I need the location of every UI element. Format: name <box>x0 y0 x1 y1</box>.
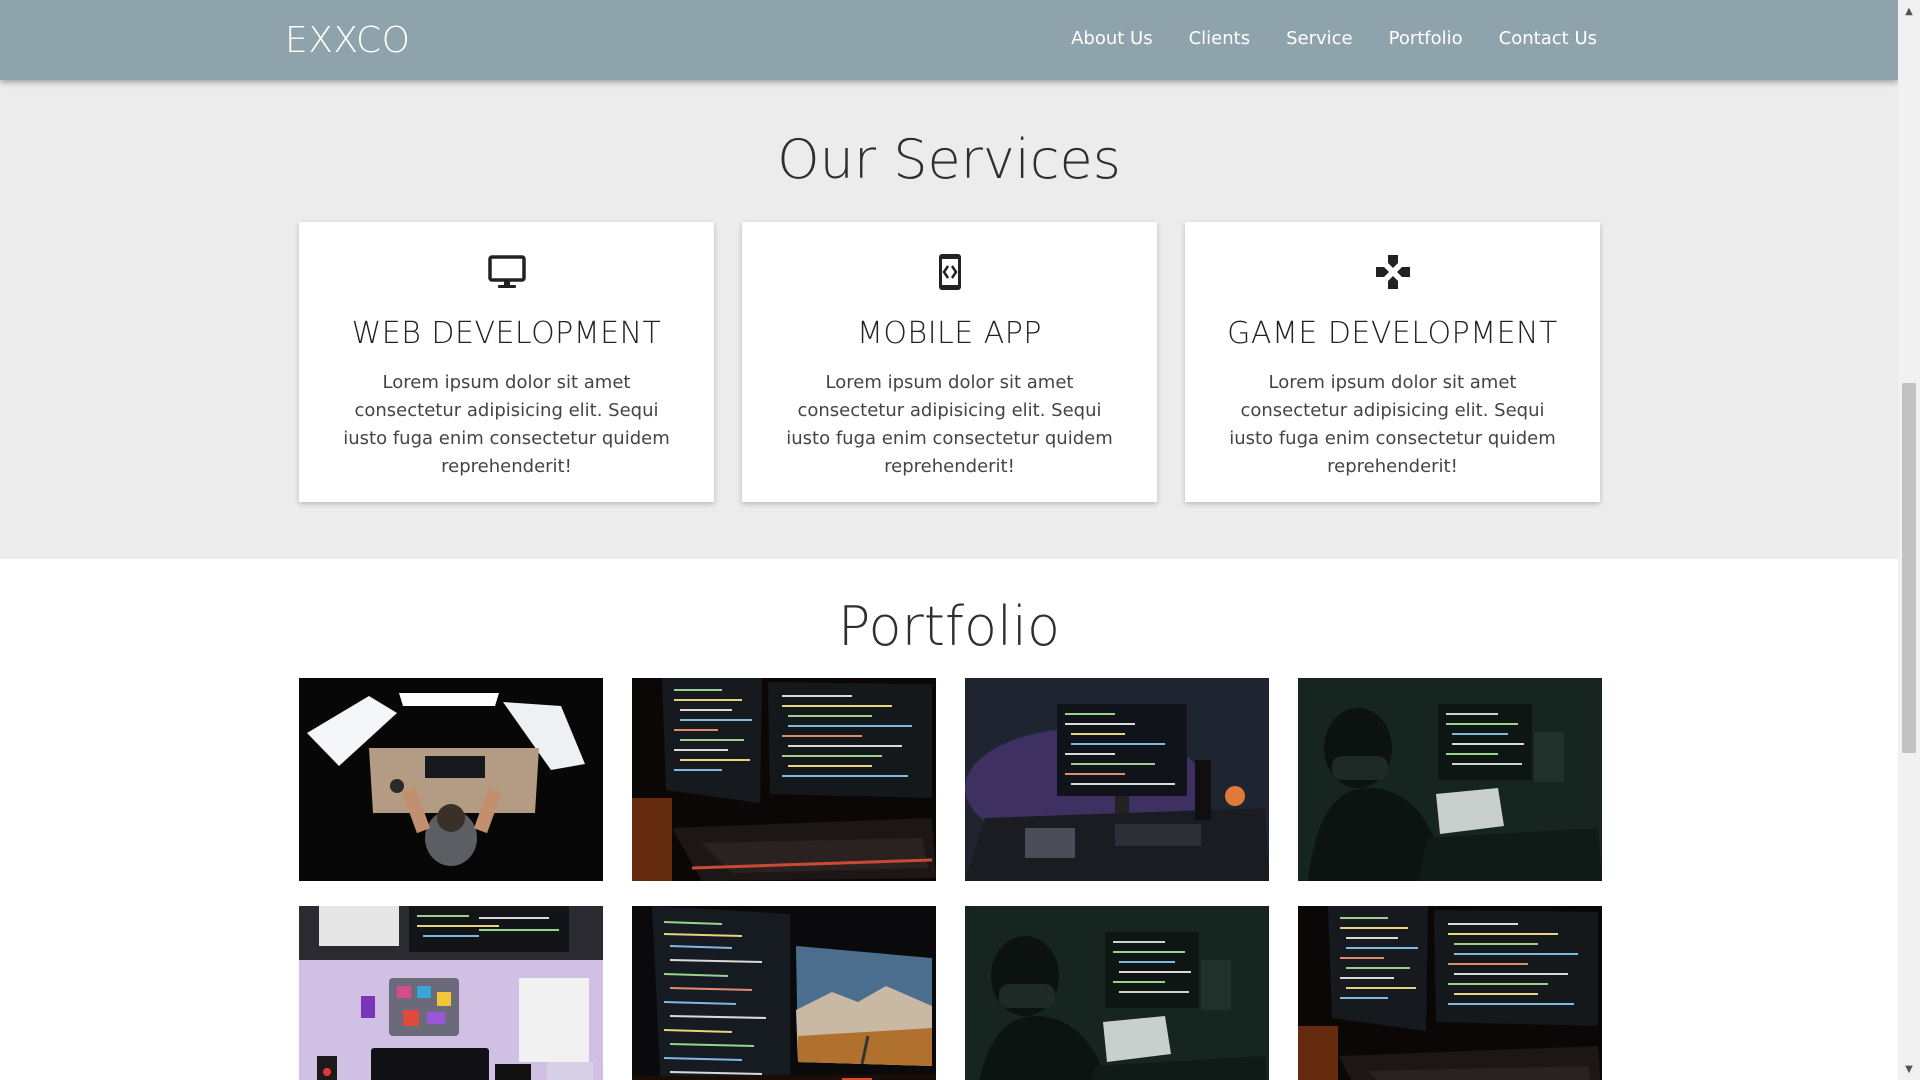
portfolio-image-developer-dark-room[interactable] <box>965 906 1269 1080</box>
services-title: Our Services <box>777 128 1121 191</box>
scroll-down-arrow-icon[interactable]: ▼ <box>1898 1058 1920 1080</box>
nav-link-service[interactable]: Service <box>1286 28 1353 49</box>
page-viewport: EXXCO About Us Clients Service Portfolio… <box>0 0 1898 1080</box>
scroll-up-arrow-icon[interactable]: ▲ <box>1898 0 1920 22</box>
service-card-web-development: WEB DEVELOPMENT Lorem ipsum dolor sit am… <box>299 222 714 502</box>
portfolio-image-overhead-desk[interactable] <box>299 678 603 881</box>
portfolio-image-purple-desk[interactable] <box>299 906 603 1080</box>
portfolio-title: Portfolio <box>837 595 1061 658</box>
gamepad-icon <box>1375 255 1410 289</box>
service-description: Lorem ipsum dolor sit amet consectetur a… <box>343 372 670 477</box>
portfolio-image-code-monitors-orange[interactable] <box>632 678 936 881</box>
nav-link-portfolio[interactable]: Portfolio <box>1389 28 1463 49</box>
nav-link-contact-us[interactable]: Contact Us <box>1499 28 1597 49</box>
service-card-game-development: GAME DEVELOPMENT Lorem ipsum dolor sit a… <box>1185 222 1600 502</box>
portfolio-image-purple-setup[interactable] <box>965 678 1269 881</box>
portfolio-image-dual-monitor-landscape[interactable] <box>632 906 936 1080</box>
brand-logo[interactable]: EXXCO <box>285 20 410 61</box>
scrollbar-thumb[interactable] <box>1902 383 1916 753</box>
nav-link-about-us[interactable]: About Us <box>1071 28 1153 49</box>
service-title: WEB DEVELOPMENT <box>351 316 662 351</box>
portfolio-section: Portfolio <box>0 559 1898 1080</box>
page-scrollbar[interactable]: ▲ ▼ <box>1898 0 1920 1080</box>
service-title: GAME DEVELOPMENT <box>1227 316 1558 351</box>
nav-link-clients[interactable]: Clients <box>1189 28 1251 49</box>
services-section: Our Services WEB DEVELOPMENT Lorem ipsum… <box>0 80 1898 559</box>
service-description: Lorem ipsum dolor sit amet consectetur a… <box>786 372 1113 477</box>
navbar: EXXCO About Us Clients Service Portfolio… <box>0 0 1898 80</box>
service-description: Lorem ipsum dolor sit amet consectetur a… <box>1229 372 1556 477</box>
portfolio-image-code-monitors-orange[interactable] <box>1298 906 1602 1080</box>
portfolio-image-developer-dark-room[interactable] <box>1298 678 1602 881</box>
service-title: MOBILE APP <box>857 316 1042 351</box>
service-card-mobile-app: MOBILE APP Lorem ipsum dolor sit amet co… <box>742 222 1157 502</box>
nav-links: About Us Clients Service Portfolio Conta… <box>1071 28 1597 49</box>
mobile-code-icon <box>938 254 961 290</box>
desktop-icon <box>487 255 526 288</box>
